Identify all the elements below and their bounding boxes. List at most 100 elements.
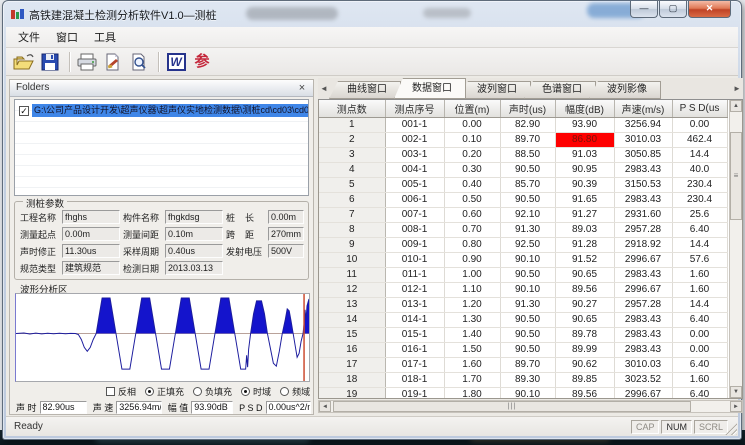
radio-option[interactable]: 时域 bbox=[241, 385, 271, 398]
table-cell[interactable]: 001-1 bbox=[385, 117, 444, 132]
table-row[interactable]: 16016-11.5090.5089.992983.430.00 bbox=[319, 342, 727, 357]
table-cell[interactable]: 0.00 bbox=[672, 342, 727, 357]
table-cell[interactable]: 6.40 bbox=[672, 387, 727, 399]
table-cell[interactable]: 90.65 bbox=[555, 312, 614, 327]
table-cell[interactable]: 1.20 bbox=[444, 297, 500, 312]
title-bar[interactable]: 高铁建混凝土检测分析软件V1.0—测桩 — ▢ ✕ bbox=[3, 1, 741, 27]
table-cell[interactable]: 6.40 bbox=[672, 222, 727, 237]
table-cell[interactable]: 008-1 bbox=[385, 222, 444, 237]
table-cell[interactable]: 88.50 bbox=[500, 147, 555, 162]
table-row[interactable]: 11011-11.0090.5090.652983.431.60 bbox=[319, 267, 727, 282]
tree-item[interactable]: ✓ G:\公司产品设计开发\超声仪器\超声仪实地检测数据\测桩cd\cd03\c… bbox=[15, 104, 308, 117]
table-cell[interactable]: 3010.03 bbox=[614, 357, 672, 372]
word-export-button[interactable]: W bbox=[164, 50, 188, 74]
table-cell[interactable]: 90.27 bbox=[555, 297, 614, 312]
table-cell[interactable]: 91.65 bbox=[555, 192, 614, 207]
checkbox-checked-icon[interactable]: ✓ bbox=[19, 106, 29, 116]
table-row[interactable]: 10010-10.9090.1091.522996.6757.6 bbox=[319, 252, 727, 267]
table-cell[interactable]: 19 bbox=[319, 387, 385, 399]
table-cell[interactable]: 3150.53 bbox=[614, 177, 672, 192]
table-cell[interactable]: 010-1 bbox=[385, 252, 444, 267]
tab-scroll-right-icon[interactable]: ► bbox=[731, 79, 743, 99]
table-row[interactable]: 18018-11.7089.3089.853023.521.60 bbox=[319, 372, 727, 387]
print-setup-button[interactable] bbox=[101, 50, 125, 74]
table-cell[interactable]: 0.40 bbox=[444, 177, 500, 192]
table-cell[interactable]: 89.70 bbox=[500, 132, 555, 147]
table-cell[interactable]: 2957.28 bbox=[614, 297, 672, 312]
table-cell[interactable]: 2996.67 bbox=[614, 252, 672, 267]
table-cell[interactable]: 90.62 bbox=[555, 357, 614, 372]
table-row[interactable]: 7007-10.6092.1091.272931.6025.6 bbox=[319, 207, 727, 222]
table-cell[interactable]: 2996.67 bbox=[614, 387, 672, 399]
table-cell[interactable]: 3010.03 bbox=[614, 132, 672, 147]
table-cell[interactable]: 90.50 bbox=[500, 192, 555, 207]
menu-item-file[interactable]: 文件 bbox=[10, 27, 48, 47]
table-row[interactable]: 14014-11.3090.5090.652983.436.40 bbox=[319, 312, 727, 327]
table-cell[interactable]: 9 bbox=[319, 237, 385, 252]
vertical-scroll-thumb[interactable]: ≡ bbox=[730, 132, 742, 220]
table-cell[interactable]: 3 bbox=[319, 147, 385, 162]
table-cell[interactable]: 90.50 bbox=[500, 312, 555, 327]
table-cell[interactable]: 2983.43 bbox=[614, 192, 672, 207]
table-row[interactable]: 8008-10.7091.3089.032957.286.40 bbox=[319, 222, 727, 237]
table-cell[interactable]: 012-1 bbox=[385, 282, 444, 297]
column-header[interactable]: 幅度(dB) bbox=[555, 100, 614, 117]
scroll-left-icon[interactable]: ◄ bbox=[319, 401, 331, 412]
table-cell[interactable]: 4 bbox=[319, 162, 385, 177]
table-cell[interactable]: 005-1 bbox=[385, 177, 444, 192]
table-cell[interactable]: 1.60 bbox=[672, 282, 727, 297]
table-cell[interactable]: 3023.52 bbox=[614, 372, 672, 387]
table-cell[interactable]: 0.70 bbox=[444, 222, 500, 237]
table-row[interactable]: 2002-10.1089.7086.803010.03462.4 bbox=[319, 132, 727, 147]
table-cell[interactable]: 2983.43 bbox=[614, 267, 672, 282]
parameters-button[interactable]: 参 bbox=[190, 50, 214, 74]
table-cell[interactable]: 1.60 bbox=[672, 267, 727, 282]
table-row[interactable]: 4004-10.3090.5090.952983.4340.0 bbox=[319, 162, 727, 177]
table-cell[interactable]: 91.30 bbox=[500, 297, 555, 312]
tab-spectrum-window[interactable]: 色谱窗口 bbox=[524, 81, 596, 99]
table-cell[interactable]: 91.52 bbox=[555, 252, 614, 267]
print-preview-button[interactable] bbox=[127, 50, 151, 74]
table-cell[interactable]: 2957.28 bbox=[614, 222, 672, 237]
table-cell[interactable]: 89.30 bbox=[500, 372, 555, 387]
table-row[interactable]: 9009-10.8092.5091.282918.9214.4 bbox=[319, 237, 727, 252]
table-cell[interactable]: 017-1 bbox=[385, 357, 444, 372]
table-cell[interactable]: 91.28 bbox=[555, 237, 614, 252]
table-cell[interactable]: 90.50 bbox=[500, 267, 555, 282]
table-cell[interactable]: 10 bbox=[319, 252, 385, 267]
table-row[interactable]: 15015-11.4090.5089.782983.430.00 bbox=[319, 327, 727, 342]
table-cell[interactable]: 40.0 bbox=[672, 162, 727, 177]
table-cell[interactable]: 90.10 bbox=[500, 282, 555, 297]
column-header[interactable]: 测点数 bbox=[319, 100, 385, 117]
table-cell[interactable]: 006-1 bbox=[385, 192, 444, 207]
table-cell[interactable]: 89.85 bbox=[555, 372, 614, 387]
table-cell[interactable]: 90.65 bbox=[555, 267, 614, 282]
table-cell[interactable]: 85.70 bbox=[500, 177, 555, 192]
table-cell[interactable]: 2918.92 bbox=[614, 237, 672, 252]
table-cell[interactable]: 91.30 bbox=[500, 222, 555, 237]
table-cell[interactable]: 89.56 bbox=[555, 387, 614, 399]
table-cell[interactable]: 0.80 bbox=[444, 237, 500, 252]
table-row[interactable]: 17017-11.6089.7090.623010.036.40 bbox=[319, 357, 727, 372]
table-cell[interactable]: 86.80 bbox=[555, 132, 614, 147]
table-cell[interactable]: 3256.94 bbox=[614, 117, 672, 132]
save-button[interactable] bbox=[38, 50, 62, 74]
table-row[interactable]: 12012-11.1090.1089.562996.671.60 bbox=[319, 282, 727, 297]
table-cell[interactable]: 004-1 bbox=[385, 162, 444, 177]
table-cell[interactable]: 2931.60 bbox=[614, 207, 672, 222]
radio-icon[interactable] bbox=[280, 387, 289, 396]
table-cell[interactable]: 002-1 bbox=[385, 132, 444, 147]
table-cell[interactable]: 0.00 bbox=[444, 117, 500, 132]
table-cell[interactable]: 11 bbox=[319, 267, 385, 282]
menu-item-tools[interactable]: 工具 bbox=[86, 27, 124, 47]
table-cell[interactable]: 2983.43 bbox=[614, 312, 672, 327]
table-cell[interactable]: 0.10 bbox=[444, 132, 500, 147]
table-cell[interactable]: 82.90 bbox=[500, 117, 555, 132]
column-header[interactable]: 声速(m/s) bbox=[614, 100, 672, 117]
table-cell[interactable]: 13 bbox=[319, 297, 385, 312]
table-cell[interactable]: 7 bbox=[319, 207, 385, 222]
table-cell[interactable]: 90.50 bbox=[500, 342, 555, 357]
tab-wave-train-image[interactable]: 波列影像 bbox=[589, 81, 661, 99]
radio-icon[interactable] bbox=[241, 387, 250, 396]
table-cell[interactable]: 1 bbox=[319, 117, 385, 132]
